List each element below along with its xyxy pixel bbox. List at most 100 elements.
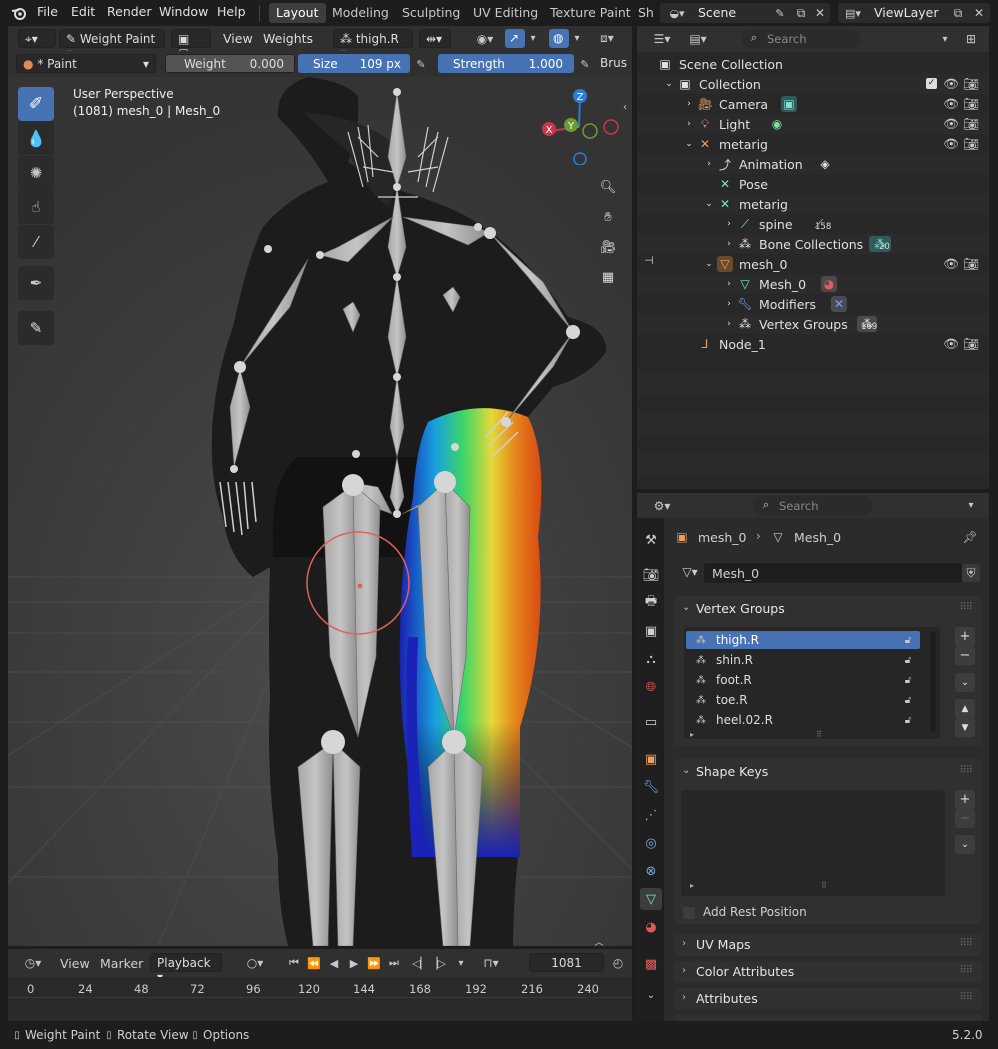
outliner-row-camera[interactable]: › 🎥︎ Camera ▣ 👁︎ 📷︎: [637, 94, 989, 114]
drag-grip-icon[interactable]: ⠿⠿: [959, 965, 973, 976]
vertex-group-item[interactable]: ⁂ thigh.R 🔓︎: [686, 631, 920, 649]
chevron-down-icon[interactable]: ⌄: [681, 136, 697, 152]
properties-editor-icon[interactable]: ⚙▾: [647, 497, 677, 514]
tab-world[interactable]: 🌐︎: [640, 676, 662, 698]
tab-physics[interactable]: ◎: [640, 832, 662, 854]
light-data-icon[interactable]: ◉: [769, 116, 785, 132]
add-shape-key-button[interactable]: +: [955, 790, 975, 809]
action-icon[interactable]: ◈: [817, 156, 833, 172]
pin-icon[interactable]: 📌︎: [962, 529, 978, 545]
chevron-right-icon[interactable]: ›: [721, 236, 737, 252]
view-layer-name[interactable]: ViewLayer: [874, 5, 939, 20]
drag-grip-icon[interactable]: ⠿⠿: [959, 602, 973, 613]
chevron-down-icon[interactable]: ⌄: [682, 765, 690, 776]
tab-particles[interactable]: ⋰: [640, 804, 662, 826]
tab-layout[interactable]: Layout: [269, 3, 326, 23]
tab-uv-editing[interactable]: UV Editing: [466, 3, 545, 23]
editor-type-button[interactable]: ⌖▾: [18, 29, 56, 48]
play-icon[interactable]: ▶: [345, 955, 363, 971]
eye-icon[interactable]: 👁︎: [943, 256, 959, 271]
add-rest-position-checkbox[interactable]: [683, 907, 695, 919]
vertex-group-item[interactable]: ⁂ shin.R 🔓︎: [686, 651, 920, 669]
outliner-row-spine[interactable]: › ⟋ spine ⟋ 158: [637, 214, 989, 234]
jump-start-icon[interactable]: ⏮: [285, 955, 303, 971]
breadcrumb-object[interactable]: mesh_0: [698, 530, 747, 545]
chevron-down-icon[interactable]: ▾: [455, 955, 467, 971]
gradient-tool-button[interactable]: ⁄: [18, 225, 54, 259]
tab-tool[interactable]: ⚒: [640, 529, 662, 551]
symmetry-button[interactable]: ⇹▾: [419, 29, 451, 48]
smear-tool-button[interactable]: ☝: [18, 190, 54, 224]
weight-field[interactable]: Weight 0.000: [165, 54, 295, 73]
lock-icon[interactable]: 🔓︎: [902, 633, 914, 647]
weights-menu[interactable]: Weights: [263, 31, 313, 46]
draw-tool-button[interactable]: ✐: [18, 87, 54, 121]
view-layer-selector[interactable]: ▤▾ ViewLayer ⧉ ✕: [838, 3, 990, 23]
tab-texture[interactable]: ▩: [640, 953, 662, 975]
camera-data-icon[interactable]: ▣: [781, 96, 797, 112]
timeline-track[interactable]: 0 24 48 72 96 120 144 168 192 216 240: [8, 977, 632, 1021]
vertex-group-specials-button[interactable]: ⌄: [955, 673, 975, 692]
eye-icon[interactable]: 👁︎: [943, 76, 959, 91]
tab-shading[interactable]: Sh: [632, 3, 654, 23]
paint-mask-toggle[interactable]: ▣ ▢: [171, 29, 211, 60]
tab-more[interactable]: ⌄: [640, 984, 662, 1006]
brush-selector[interactable]: ● * Paint ▾: [16, 54, 156, 73]
new-view-layer-icon[interactable]: ⧉: [950, 5, 966, 21]
chevron-right-icon[interactable]: ›: [701, 156, 717, 172]
outliner-row-vertex-groups[interactable]: › ⁂ Vertex Groups ⁂ 169: [637, 314, 989, 334]
jump-keyframe-back-icon[interactable]: ⏪: [305, 955, 323, 971]
filter-chevron-down-icon[interactable]: ▾: [937, 31, 953, 47]
playback-menu[interactable]: Playback ▾: [150, 953, 222, 984]
current-frame-field[interactable]: 1081: [529, 953, 604, 972]
viewport-scene[interactable]: [8, 77, 632, 946]
outliner-search-input[interactable]: ⌕ Search: [741, 29, 861, 48]
outliner-row-mesh-data[interactable]: › ▽ Mesh_0 ◕: [637, 274, 989, 294]
chevron-right-icon[interactable]: ›: [721, 216, 737, 232]
outliner-row-collection[interactable]: ⌄ ▣ Collection ✓ 👁︎ 📷︎: [637, 74, 989, 94]
pan-hand-icon[interactable]: ✋︎: [597, 206, 619, 228]
outliner-row-modifiers[interactable]: › 🔧︎ Modifiers ✕: [637, 294, 989, 314]
outliner-row-metarig-data[interactable]: ⌄ ✕ metarig: [637, 194, 989, 214]
exclude-checkbox[interactable]: ✓: [926, 78, 937, 89]
scene-name[interactable]: Scene: [698, 5, 736, 20]
menu-render[interactable]: Render: [107, 4, 152, 19]
menu-window[interactable]: Window: [159, 4, 208, 19]
strength-field[interactable]: Strength 1.000: [438, 54, 574, 73]
tab-modifiers[interactable]: 🔧︎: [640, 776, 662, 798]
visibility-eye-icon[interactable]: ◉▾: [470, 30, 500, 47]
keyframe-nav-icon[interactable]: ◁▏▕▷: [409, 955, 449, 971]
eye-icon[interactable]: 👁︎: [943, 96, 959, 111]
brush-settings-label[interactable]: Brus: [600, 56, 632, 70]
chevron-right-icon[interactable]: ›: [721, 316, 737, 332]
eye-icon[interactable]: 👁︎: [943, 136, 959, 151]
outliner-row-pose[interactable]: ✕ Pose: [637, 174, 989, 194]
overlay-toggle[interactable]: ◍: [549, 29, 569, 48]
render-camera-icon[interactable]: 📷︎: [963, 116, 979, 131]
drag-grip-icon[interactable]: ⠿⠿: [959, 938, 973, 949]
lock-icon[interactable]: 🔓︎: [902, 713, 914, 727]
list-filter-toggle-icon[interactable]: ▸: [690, 730, 694, 739]
chevron-right-icon[interactable]: ›: [721, 276, 737, 292]
shape-keys-title[interactable]: Shape Keys: [696, 764, 768, 779]
menu-help[interactable]: Help: [217, 4, 246, 19]
tab-sculpting[interactable]: Sculpting: [395, 3, 467, 23]
chevron-right-icon[interactable]: ›: [721, 296, 737, 312]
eye-icon[interactable]: 👁︎: [943, 336, 959, 351]
close-icon[interactable]: ✕: [813, 5, 827, 21]
scene-icon[interactable]: ◒▾: [664, 5, 690, 21]
render-camera-icon[interactable]: 📷︎: [963, 256, 979, 271]
fake-user-shield-icon[interactable]: ⛨: [962, 564, 980, 582]
menu-edit[interactable]: Edit: [71, 4, 95, 19]
view-menu[interactable]: View: [223, 31, 253, 46]
close-icon[interactable]: ✕: [972, 5, 986, 21]
jump-end-icon[interactable]: ⏭: [385, 955, 403, 971]
size-field[interactable]: Size 109 px: [298, 54, 410, 73]
mode-selector[interactable]: ✎ Weight Paint ▾: [59, 29, 165, 60]
chevron-down-icon[interactable]: ⌄: [661, 76, 677, 92]
camera-view-icon[interactable]: 🎥︎: [597, 236, 619, 258]
auto-key-icon[interactable]: ⊓▾: [474, 955, 508, 971]
move-up-button[interactable]: ▲: [955, 699, 975, 718]
menu-file[interactable]: File: [37, 4, 58, 19]
render-camera-icon[interactable]: 📷︎: [963, 96, 979, 111]
